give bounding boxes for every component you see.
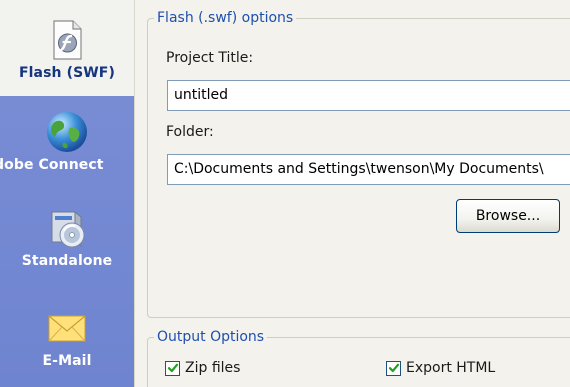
sidebar-item-adobe-connect[interactable]: dobe Connect [0,110,134,173]
options-panel: Flash (.swf) options Project Title: unti… [134,0,570,387]
folder-input[interactable]: C:\Documents and Settings\twenson\My Doc… [167,154,570,185]
checkmark-icon [167,363,178,373]
globe-icon [47,112,87,152]
export-html-checkbox[interactable]: Export HTML [386,360,495,376]
cd-package-icon [51,210,85,248]
project-title-input[interactable]: untitled [167,80,570,111]
project-title-label: Project Title: [166,50,254,66]
checkbox-box[interactable] [165,360,180,376]
sidebar-item-label: Standalone [21,253,113,269]
flash-document-icon [53,20,82,60]
folder-label: Folder: [166,124,214,140]
zip-files-checkbox[interactable]: Zip files [165,360,240,376]
envelope-icon [48,315,86,342]
sidebar-item-label: dobe Connect [0,157,104,173]
checkbox-label: Export HTML [406,360,496,376]
checkbox-box[interactable] [386,360,401,376]
group-legend: Output Options [154,329,268,345]
sidebar-item-label: E-Mail [42,353,92,369]
sidebar-item-email[interactable]: E-Mail [0,306,134,369]
checkmark-icon [388,363,399,373]
browse-button[interactable]: Browse... [456,199,560,233]
sidebar-item-standalone[interactable]: Standalone [0,206,134,269]
checkbox-label: Zip files [185,360,241,376]
publish-sidebar: Flash (SWF) dobe Connect Standalone E-Ma… [0,0,134,387]
group-legend: Flash (.swf) options [154,10,297,26]
sidebar-item-flash-swf[interactable]: Flash (SWF) [0,0,134,96]
sidebar-item-label: Flash (SWF) [19,65,115,81]
